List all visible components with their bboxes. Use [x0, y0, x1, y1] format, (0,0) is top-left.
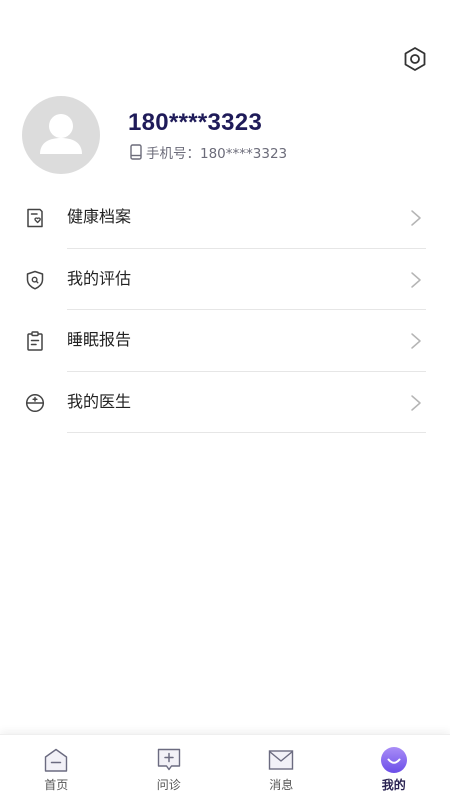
tab-home[interactable]: 首页 — [0, 735, 113, 800]
chevron-right-icon — [411, 394, 421, 411]
menu-item-label: 我的医生 — [67, 391, 132, 411]
profile-screen: 180****3323 手机号：180****3323 健康档案 我的评估 睡眠… — [0, 0, 450, 800]
tab-consult[interactable]: 问诊 — [113, 735, 226, 800]
tab-messages[interactable]: 消息 — [225, 735, 338, 800]
health-record-icon — [24, 207, 46, 229]
tab-label: 首页 — [44, 778, 69, 792]
settings-hexagon-icon — [404, 47, 426, 71]
tab-mine[interactable]: 我的 — [338, 735, 450, 800]
message-icon — [267, 746, 295, 774]
phone-number-title: 180****3323 — [128, 109, 263, 136]
chevron-right-icon — [411, 210, 421, 226]
profile-smile-icon — [380, 746, 408, 774]
menu-item-my-assessment[interactable]: 我的评估 — [0, 249, 450, 310]
consult-icon — [155, 746, 183, 774]
sleep-report-clipboard-icon — [24, 330, 46, 352]
tab-label: 消息 — [269, 778, 294, 792]
settings-button[interactable] — [401, 45, 429, 73]
menu-item-label: 我的评估 — [67, 268, 132, 288]
bottom-tab-bar: 首页 问诊 消息 我的 — [0, 734, 450, 800]
user-avatar-icon — [40, 114, 82, 154]
profile-header[interactable]: 180****3323 手机号：180****3323 — [22, 96, 422, 174]
menu-divider — [67, 432, 426, 433]
menu-item-label: 健康档案 — [67, 207, 132, 226]
menu-item-health-record[interactable]: 健康档案 — [0, 187, 450, 249]
doctor-icon — [24, 392, 46, 414]
tab-label: 我的 — [381, 778, 406, 792]
avatar[interactable] — [22, 96, 100, 174]
home-icon — [42, 746, 70, 774]
phone-number-subtitle-text: 手机号：180****3323 — [146, 146, 288, 162]
chevron-right-icon — [411, 271, 421, 288]
profile-menu: 健康档案 我的评估 睡眠报告 我的医生 — [0, 187, 450, 433]
tab-label: 问诊 — [156, 778, 181, 792]
menu-item-label: 睡眠报告 — [67, 330, 132, 349]
menu-item-my-doctor[interactable]: 我的医生 — [0, 372, 450, 433]
menu-item-sleep-report[interactable]: 睡眠报告 — [0, 310, 450, 372]
assessment-shield-icon — [24, 269, 46, 291]
phone-number-subtitle: 手机号：180****3323 — [130, 143, 288, 162]
mobile-phone-icon — [130, 144, 142, 160]
chevron-right-icon — [411, 333, 421, 349]
